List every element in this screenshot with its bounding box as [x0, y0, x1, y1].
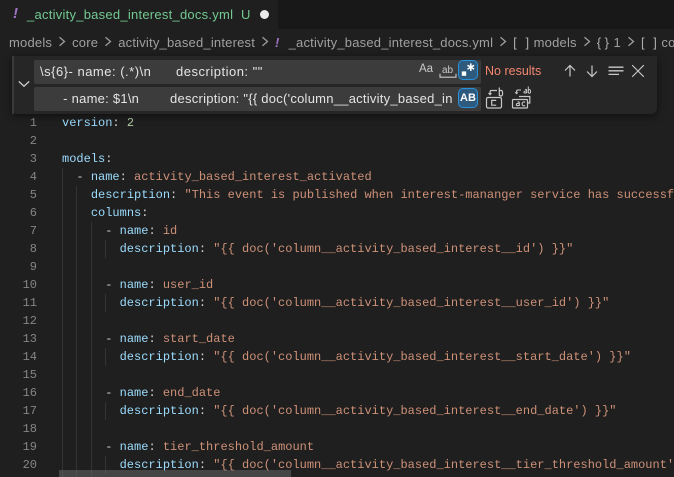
svg-text:ab: ab — [442, 65, 454, 76]
